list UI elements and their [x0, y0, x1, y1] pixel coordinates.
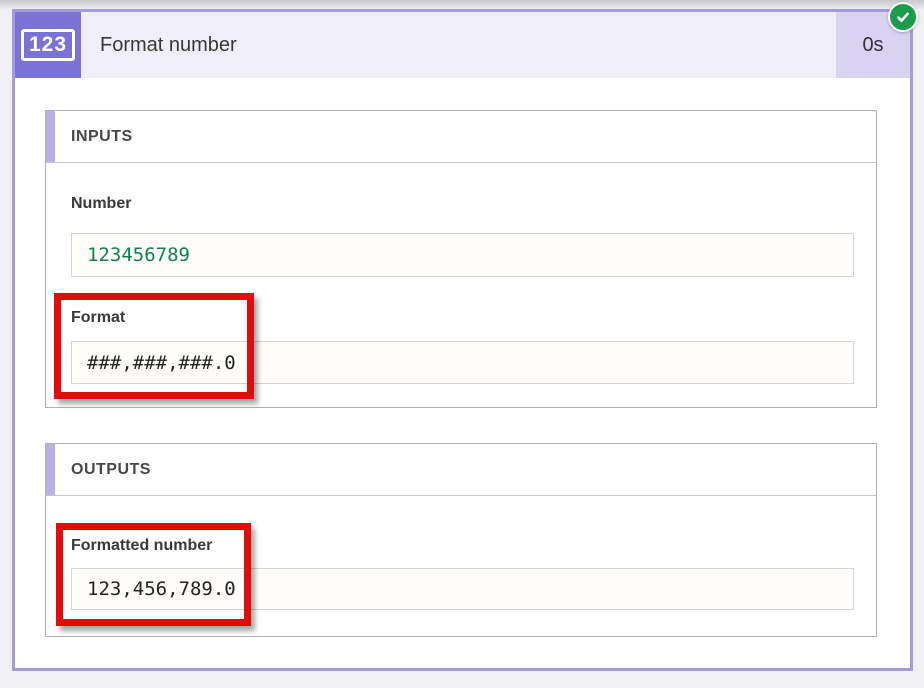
number-field-value: 123456789	[71, 233, 854, 277]
formatted-number-value-text: 123,456,789.0	[87, 578, 236, 600]
inputs-section-header: INPUTS	[46, 111, 876, 163]
formatted-number-field-label: Formatted number	[71, 537, 212, 555]
number-value-text: 123456789	[87, 244, 190, 266]
123-icon: 123	[21, 29, 75, 61]
inputs-section: INPUTS Number 123456789 Format ###,###,#…	[45, 110, 877, 408]
format-value-text: ###,###,###.0	[87, 352, 236, 374]
outputs-section: OUTPUTS Formatted number 123,456,789.0	[45, 443, 877, 637]
format-field-value: ###,###,###.0	[71, 341, 854, 384]
checkmark-icon	[895, 9, 911, 25]
number-field-label: Number	[71, 195, 131, 213]
action-title: Format number	[81, 12, 836, 78]
outputs-section-title: OUTPUTS	[71, 461, 151, 479]
outputs-section-header: OUTPUTS	[46, 444, 876, 496]
inputs-section-title: INPUTS	[71, 128, 133, 146]
action-header[interactable]: 123 Format number 0s	[15, 12, 910, 78]
top-shadow-strip	[0, 0, 924, 9]
format-field-label: Format	[71, 309, 125, 327]
action-card: 123 Format number 0s INPUTS Number 12345…	[12, 9, 913, 671]
format-number-action-icon: 123	[15, 12, 81, 78]
success-status-badge	[888, 2, 918, 32]
formatted-number-field-value: 123,456,789.0	[71, 568, 854, 610]
